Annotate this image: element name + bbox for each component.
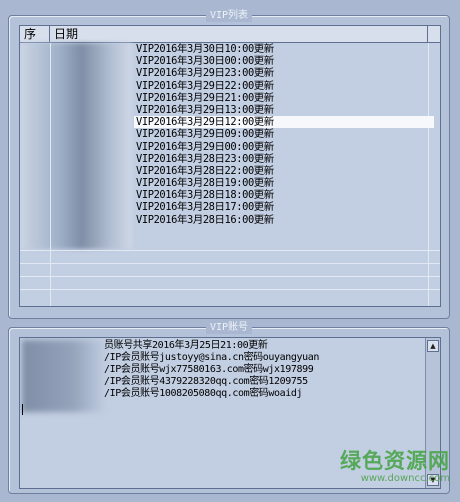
column-header-seq[interactable]: 序: [20, 26, 50, 42]
site-watermark: 绿色资源网 www.downcc.com: [340, 445, 450, 484]
blurred-seq-column: [20, 43, 132, 249]
account-line: /IP会员账号4379228320qq.com密码1209755: [104, 376, 308, 387]
column-header-date[interactable]: 日期: [50, 26, 428, 42]
list-item[interactable]: VIP2016年3月28日22:00更新: [134, 165, 434, 177]
text-caret: [22, 404, 23, 415]
list-item[interactable]: VIP2016年3月28日17:00更新: [134, 201, 434, 213]
account-line: 员账号共享2016年3月25日21:00更新: [104, 340, 268, 351]
vip-list-group: VIP列表 序 日期 VIP2016年3月30日10:00更新 VIP2016年3…: [8, 9, 450, 319]
account-line: /IP会员账号justoyy@sina.cn密码ouyangyuan: [104, 352, 319, 363]
vip-list-table[interactable]: 序 日期 VIP2016年3月30日10:00更新 VIP2016年3月30日00…: [19, 25, 441, 307]
grid-line: [20, 289, 440, 290]
vip-list-rows: VIP2016年3月30日10:00更新 VIP2016年3月30日00:00更新…: [134, 43, 434, 226]
list-item[interactable]: VIP2016年3月30日00:00更新: [134, 55, 434, 67]
column-header-filler: [428, 26, 440, 42]
list-item[interactable]: VIP2016年3月29日00:00更新: [134, 141, 434, 153]
list-item[interactable]: VIP2016年3月29日13:00更新: [134, 104, 434, 116]
list-item[interactable]: VIP2016年3月28日19:00更新: [134, 177, 434, 189]
watermark-text: 绿色资源网: [340, 449, 450, 473]
vip-list-title: VIP列表: [205, 9, 253, 22]
list-item[interactable]: VIP2016年3月29日12:00更新: [134, 116, 434, 129]
blurred-area: [22, 340, 107, 412]
scroll-up-icon[interactable]: ▲: [427, 340, 439, 352]
table-header: 序 日期: [20, 26, 440, 43]
account-lines: 员账号共享2016年3月25日21:00更新/IP会员账号justoyy@sin…: [104, 340, 319, 400]
list-item[interactable]: VIP2016年3月29日09:00更新: [134, 128, 434, 140]
grid-line: [20, 276, 440, 277]
list-item[interactable]: VIP2016年3月29日22:00更新: [134, 80, 434, 92]
account-line: /IP会员账号1008205080qq.com密码woaidj: [104, 388, 303, 399]
grid-line: [20, 250, 440, 251]
list-item[interactable]: VIP2016年3月29日21:00更新: [134, 92, 434, 104]
list-item[interactable]: VIP2016年3月28日16:00更新: [134, 214, 434, 226]
list-item[interactable]: VIP2016年3月30日10:00更新: [134, 43, 434, 55]
vip-account-title: VIP账号: [205, 321, 253, 334]
list-item[interactable]: VIP2016年3月28日18:00更新: [134, 189, 434, 201]
grid-line: [20, 263, 440, 264]
list-item[interactable]: VIP2016年3月28日23:00更新: [134, 153, 434, 165]
column-divider: [50, 43, 51, 306]
list-item[interactable]: VIP2016年3月29日23:00更新: [134, 67, 434, 79]
account-line: /IP会员账号wjx77580163.com密码wjx197899: [104, 364, 314, 375]
